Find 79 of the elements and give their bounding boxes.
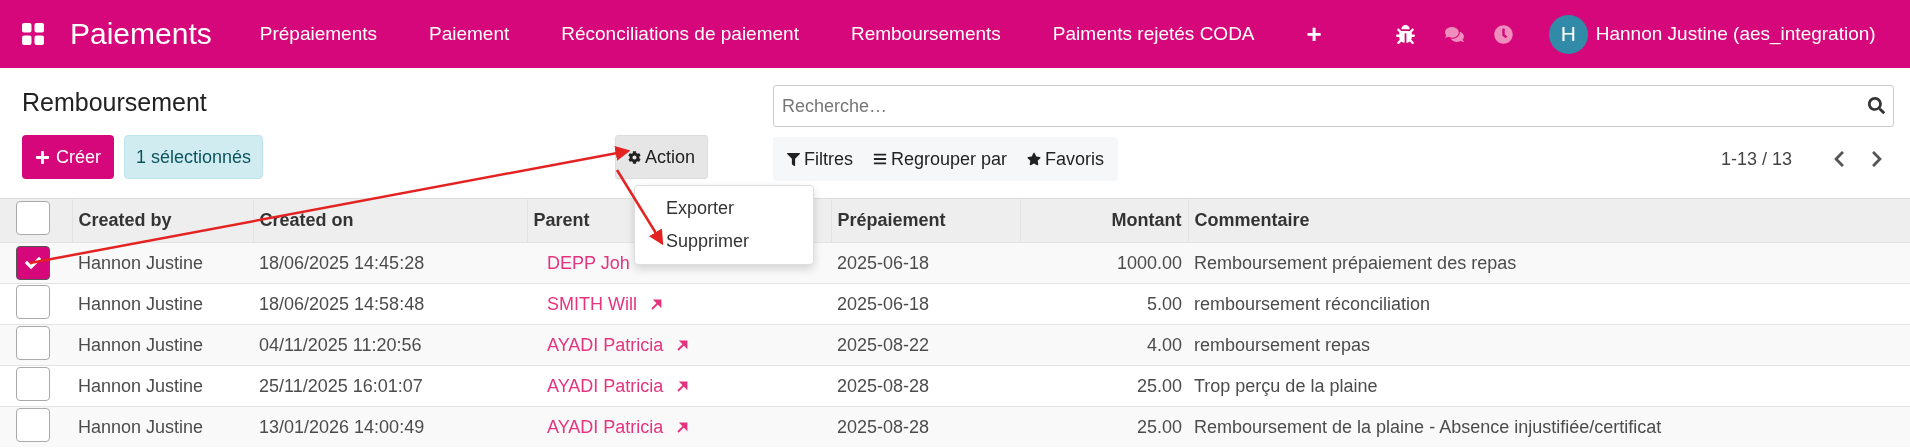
table-row[interactable]: Hannon Justine 18/06/2025 14:58:48 SMITH Will 2025-06-18 5.00 remboursement réconciliation: [0, 283, 1910, 325]
gear-icon: [628, 150, 642, 164]
table-cell: Hannon Justine: [72, 406, 253, 447]
nav-menu-item[interactable]: Réconciliations de paiement: [561, 23, 799, 45]
table-cell: 2025-08-28: [831, 406, 1020, 447]
table-row[interactable]: Hannon Justine 04/11/2025 11:20:56 AYADI Patricia 2025-08-22 4.00 remboursement repas: [0, 324, 1910, 366]
menu-item[interactable]: Exporter: [635, 192, 813, 225]
select-all-checkbox[interactable]: [16, 201, 50, 235]
table-cell: 5.00: [1020, 283, 1188, 325]
nav-menu-item[interactable]: Paiement: [429, 23, 510, 45]
table-cell: 2025-08-22: [831, 324, 1020, 366]
table-cell: Remboursement prépaiement des repas: [1188, 242, 1910, 284]
diagonal-arrow-icon[interactable]: [677, 422, 689, 434]
table-cell: 25/11/2025 16:01:07: [253, 365, 527, 407]
action-button[interactable]: Action: [615, 135, 709, 179]
chat-icon[interactable]: [1444, 24, 1464, 44]
nav-menu-item[interactable]: Paiments rejetés CODA: [1052, 23, 1255, 45]
table-cell: remboursement réconciliation: [1188, 283, 1910, 325]
table-cell: Hannon Justine: [72, 365, 253, 407]
user-name[interactable]: Hannon Justine (aes_integration): [1595, 23, 1876, 45]
filter-button[interactable]: Filtres: [777, 148, 863, 170]
table-cell: Hannon Justine: [72, 283, 253, 325]
list-icon: [873, 152, 887, 166]
parent-link[interactable]: DEPP Joh: [547, 252, 630, 273]
row-checkbox[interactable]: [16, 407, 50, 442]
column-header[interactable]: Montant: [1020, 198, 1188, 243]
add-menu-item[interactable]: +: [1306, 18, 1322, 50]
apps-menu-icon[interactable]: [22, 23, 44, 45]
table-cell: Remboursement de la plaine - Absence injustifiée/certificat: [1188, 406, 1910, 447]
search-icon[interactable]: [1868, 97, 1885, 114]
bug-icon[interactable]: [1395, 24, 1415, 44]
star-icon: [1027, 152, 1042, 166]
parent-link[interactable]: AYADI Patricia: [547, 416, 664, 437]
filter-button[interactable]: Regrouper par: [863, 148, 1018, 170]
create-button[interactable]: Créer: [22, 135, 114, 179]
column-header[interactable]: Commentaire: [1188, 198, 1910, 243]
table-row[interactable]: Hannon Justine 13/01/2026 14:00:49 AYADI Patricia 2025-08-28 25.00 Remboursement de la plaine - Absence injustifiée/certificat: [0, 406, 1910, 447]
plus-icon: [35, 149, 50, 165]
table-cell: 13/01/2026 14:00:49: [253, 406, 527, 447]
table-cell: Hannon Justine: [72, 324, 253, 366]
row-checkbox[interactable]: [16, 366, 50, 401]
diagonal-arrow-icon[interactable]: [651, 299, 662, 311]
row-checkbox[interactable]: [16, 284, 50, 319]
table-cell: Hannon Justine: [72, 242, 253, 284]
app-title: Paiements: [70, 17, 212, 51]
table-cell: 18/06/2025 14:58:48: [253, 283, 527, 325]
table-cell: 1000.00: [1020, 242, 1188, 284]
column-header[interactable]: Created on: [253, 198, 527, 243]
table-row[interactable]: Hannon Justine 25/11/2025 16:01:07 AYADI Patricia 2025-08-28 25.00 Trop perçu de la plaine: [0, 365, 1910, 407]
parent-link[interactable]: SMITH Will: [547, 293, 637, 314]
selection-count: 1 sélectionnés: [124, 135, 264, 179]
user-avatar[interactable]: H: [1548, 14, 1588, 54]
table-cell: 2025-06-18: [831, 283, 1020, 325]
check-icon: [25, 255, 41, 271]
parent-link[interactable]: AYADI Patricia: [547, 375, 664, 396]
row-checkbox[interactable]: [16, 246, 50, 280]
filter-button[interactable]: Favoris: [1017, 148, 1115, 170]
row-checkbox[interactable]: [16, 325, 50, 360]
nav-menu-item[interactable]: Remboursements: [850, 23, 1001, 45]
table-cell: 04/11/2025 11:20:56: [253, 324, 527, 366]
table-cell: 25.00: [1020, 365, 1188, 407]
page-title: Remboursement: [22, 88, 208, 117]
column-header[interactable]: Prépaiement: [831, 198, 1020, 243]
pager-text: 1-13 / 13: [1720, 148, 1792, 170]
column-header[interactable]: Created by: [72, 198, 253, 243]
table-cell: remboursement repas: [1188, 324, 1910, 366]
filter-icon: [787, 152, 800, 166]
table-cell: 2025-08-28: [831, 365, 1020, 407]
nav-menu-item[interactable]: Prépaiements: [259, 23, 377, 45]
table-cell: 4.00: [1020, 324, 1188, 366]
parent-link[interactable]: AYADI Patricia: [547, 334, 664, 355]
diagonal-arrow-icon[interactable]: [677, 340, 689, 352]
table-cell: 2025-06-18: [831, 242, 1020, 284]
table-cell: 18/06/2025 14:45:28: [253, 242, 527, 284]
search-field[interactable]: Recherche…: [773, 85, 1894, 127]
table-cell: Trop perçu de la plaine: [1188, 365, 1910, 407]
table-cell: 25.00: [1020, 406, 1188, 447]
clock-icon[interactable]: [1493, 24, 1513, 44]
diagonal-arrow-icon[interactable]: [677, 381, 689, 393]
